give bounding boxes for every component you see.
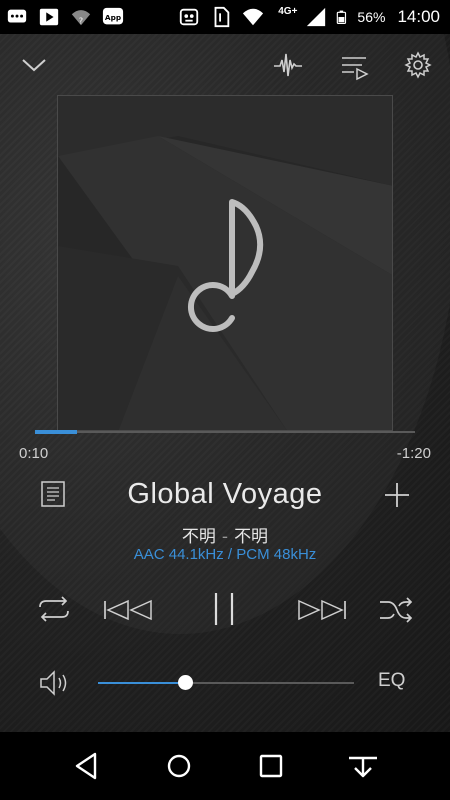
robot-icon bbox=[179, 8, 199, 26]
sim-icon bbox=[214, 6, 230, 28]
svg-text:?: ? bbox=[79, 15, 83, 25]
pause-icon[interactable] bbox=[212, 591, 236, 627]
network-type: 4G+ bbox=[278, 5, 298, 17]
play-store-icon bbox=[39, 8, 59, 26]
status-bar: ? App 4G+ 56% 14:00 bbox=[0, 0, 450, 34]
player-screen: 0:10 -1:20 Global Voyage 不明 - 不明 AAC 44.1k… bbox=[0, 34, 450, 732]
chat-bubble-icon bbox=[7, 9, 27, 23]
lyrics-document-icon[interactable] bbox=[40, 480, 68, 508]
volume-slider-fill bbox=[98, 682, 186, 684]
signal-icon bbox=[307, 7, 326, 27]
audio-format: AAC 44.1kHz / PCM 48kHz bbox=[133, 546, 317, 563]
remaining-time: -1:20 bbox=[396, 445, 431, 462]
shuffle-icon[interactable] bbox=[378, 597, 414, 623]
app-badge-text: App bbox=[105, 13, 121, 22]
album-name: 不明 bbox=[234, 527, 269, 547]
playlist-icon[interactable] bbox=[340, 52, 370, 82]
gear-icon[interactable] bbox=[403, 50, 433, 80]
plus-icon[interactable] bbox=[383, 481, 411, 509]
skip-previous-icon[interactable] bbox=[103, 599, 155, 621]
recents-square-icon[interactable] bbox=[255, 750, 287, 782]
volume-icon[interactable] bbox=[38, 668, 70, 698]
chevron-down-icon[interactable] bbox=[19, 50, 49, 80]
seek-bar[interactable] bbox=[35, 430, 415, 434]
back-triangle-icon[interactable] bbox=[71, 750, 103, 782]
repeat-icon[interactable] bbox=[36, 596, 72, 622]
waveform-icon[interactable] bbox=[273, 50, 303, 80]
battery-icon bbox=[337, 10, 347, 24]
hide-keyboard-icon[interactable] bbox=[347, 750, 379, 782]
navigation-bar bbox=[0, 732, 450, 800]
elapsed-time: 0:10 bbox=[19, 445, 49, 462]
clock: 14:00 bbox=[397, 7, 440, 26]
track-title: Global Voyage bbox=[127, 478, 323, 510]
volume-slider[interactable] bbox=[98, 675, 354, 690]
seek-bar-progress bbox=[35, 430, 77, 434]
album-artwork[interactable] bbox=[57, 95, 393, 431]
eq-button[interactable]: EQ bbox=[378, 670, 405, 692]
volume-slider-thumb[interactable] bbox=[178, 675, 194, 690]
artist-album-separator: - bbox=[221, 527, 229, 547]
wifi-question-icon: ? bbox=[71, 10, 91, 25]
battery-percent: 56% bbox=[357, 9, 386, 25]
artist-album-line: 不明 - 不明 bbox=[0, 522, 450, 547]
home-circle-icon[interactable] bbox=[163, 750, 195, 782]
wifi-icon bbox=[242, 8, 264, 26]
music-note-icon bbox=[187, 199, 264, 332]
skip-next-icon[interactable] bbox=[295, 599, 347, 621]
app-icon: App bbox=[102, 7, 124, 25]
artist-name: 不明 bbox=[181, 527, 216, 547]
